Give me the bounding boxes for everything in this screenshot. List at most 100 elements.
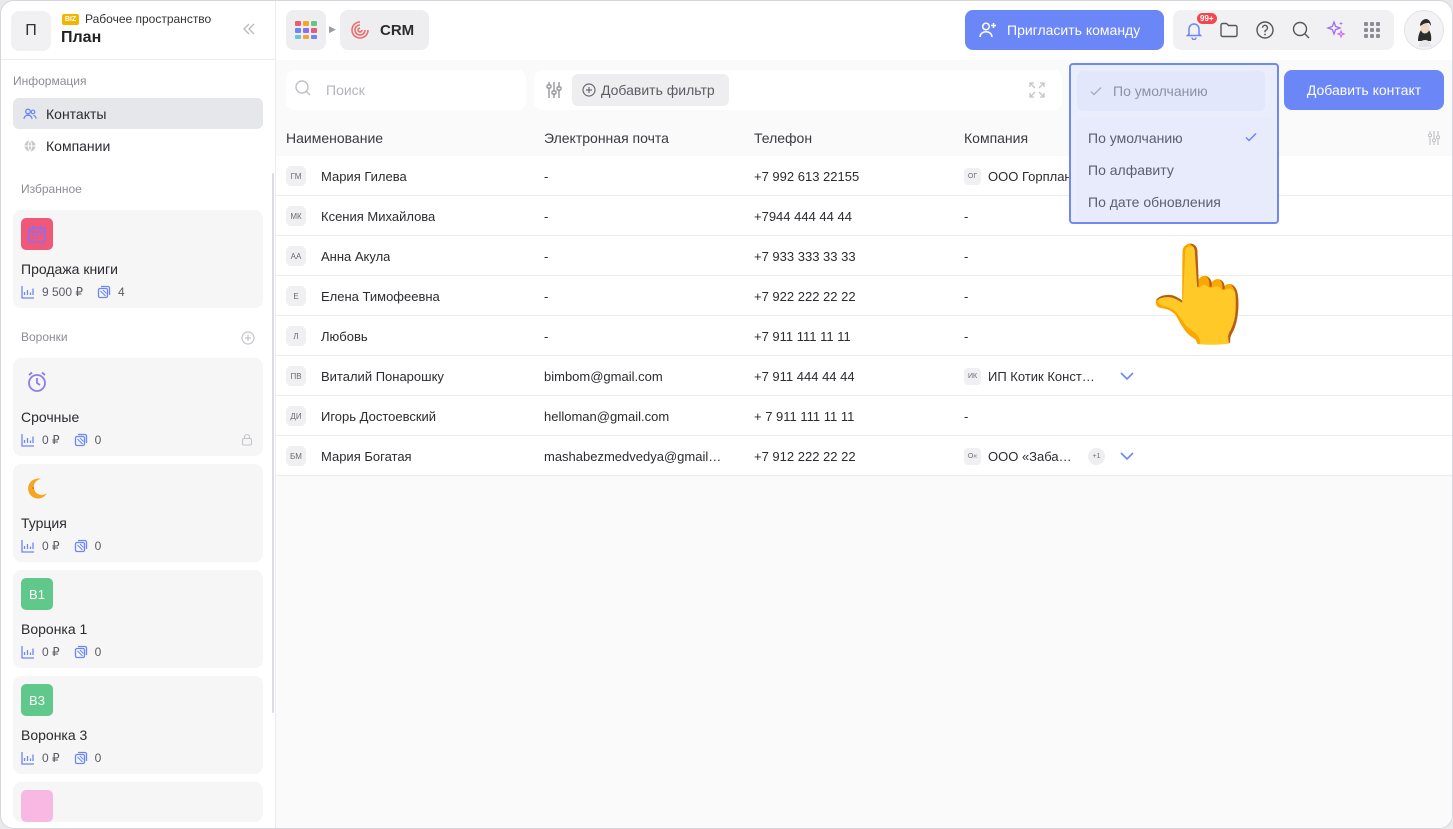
contact-name[interactable]: Ксения Михайлова <box>321 209 435 224</box>
contact-name[interactable]: Виталий Понарошку <box>321 369 444 384</box>
workspace-plan-badge: BIZ <box>62 14 79 25</box>
contact-company: - <box>964 209 969 224</box>
workspace-subtitle: Рабочее пространство <box>85 12 212 26</box>
check-icon <box>1244 130 1258 144</box>
funnel-card-turkey[interactable]: Турция 0 ₽ 0 <box>13 464 263 562</box>
sidebar-item-label: Компании <box>46 137 111 154</box>
workspace-title: План <box>61 29 102 46</box>
sort-option-default[interactable]: По умолчанию <box>1088 130 1183 146</box>
table-row[interactable]: ПВ Виталий Понарошку bimbom@gmail.com +7… <box>276 356 1452 396</box>
folder-icon[interactable] <box>1219 20 1239 40</box>
collapse-sidebar-icon[interactable] <box>240 20 258 38</box>
globe-icon <box>23 139 37 153</box>
column-header-name[interactable]: Наименование <box>286 130 383 146</box>
chart-icon <box>21 751 35 765</box>
crm-logo-icon <box>350 20 370 40</box>
card-count: 0 <box>94 539 102 553</box>
add-funnel-icon[interactable] <box>241 331 255 345</box>
moon-icon <box>21 472 53 504</box>
contact-company[interactable]: ООО Горплан <box>988 169 1070 184</box>
sort-option-alphabet[interactable]: По алфавиту <box>1088 162 1174 178</box>
sidebar-item-companies[interactable]: Компании <box>13 130 263 161</box>
check-icon <box>1089 84 1103 98</box>
table-row[interactable]: БМ Мария Богатая mashabezmedvedya@gmail…… <box>276 436 1452 476</box>
ai-sparkle-icon[interactable] <box>1326 20 1346 40</box>
contact-name[interactable]: Мария Богатая <box>321 449 412 464</box>
card-amount: 0 ₽ <box>42 645 60 659</box>
users-icon <box>23 107 37 121</box>
crm-breadcrumb[interactable]: CRM <box>340 10 429 50</box>
contact-name[interactable]: Анна Акула <box>321 249 390 264</box>
table-row[interactable]: ДИ Игорь Достоевский helloman@gmail.com … <box>276 396 1452 436</box>
add-filter-button[interactable]: Добавить фильтр <box>572 74 729 106</box>
contact-email: - <box>544 289 549 304</box>
contact-initials: ПВ <box>286 366 306 386</box>
invite-team-button[interactable]: Пригласить команду <box>965 10 1164 50</box>
apps-grid-icon <box>295 21 317 39</box>
contact-company: - <box>964 409 969 424</box>
card-amount: 0 ₽ <box>42 539 60 553</box>
card-name: Срочные <box>21 409 80 425</box>
contact-company[interactable]: ИП Котик Конст… <box>988 369 1108 384</box>
add-contact-button[interactable]: Добавить контакт <box>1284 70 1444 110</box>
table-row[interactable]: Л Любовь - +7 911 111 11 11 - <box>276 316 1452 356</box>
sort-option-updated[interactable]: По дате обновления <box>1088 194 1221 210</box>
contact-initials: Л <box>286 326 306 346</box>
card-name: Турция <box>21 515 67 531</box>
workspace-header[interactable]: П BIZ Рабочее пространство План <box>1 1 276 60</box>
top-bar: ▶ CRM Пригласить команду 99+ <box>276 1 1452 60</box>
funnel-badge: В3 <box>21 684 53 716</box>
favorite-card-book-sale[interactable]: Продажа книги 9 500 ₽ 4 <box>13 210 263 308</box>
sidebar-item-label: Контакты <box>46 105 107 122</box>
contact-company[interactable]: ООО «Заба… <box>988 449 1083 464</box>
contact-email: bimbom@gmail.com <box>544 369 663 384</box>
app-window: П BIZ Рабочее пространство План Информац… <box>0 0 1453 829</box>
chevron-down-icon[interactable] <box>1119 448 1135 464</box>
column-header-email[interactable]: Электронная почта <box>544 130 669 146</box>
notifications-badge: 99+ <box>1197 13 1217 24</box>
contact-phone: +7 922 222 22 22 <box>754 289 856 304</box>
section-label-favorites: Избранное <box>21 182 82 196</box>
search-box[interactable] <box>286 70 526 110</box>
filter-settings-icon[interactable] <box>544 80 564 100</box>
chevron-down-icon[interactable] <box>1119 368 1135 384</box>
sidebar-scrollbar[interactable] <box>272 173 274 713</box>
contact-name[interactable]: Любовь <box>321 329 368 344</box>
column-header-phone[interactable]: Телефон <box>754 130 812 146</box>
funnel-card-funnel-3[interactable]: В3 Воронка 3 0 ₽ 0 <box>13 676 263 774</box>
contact-phone: + 7 911 111 11 11 <box>754 409 855 424</box>
contact-company: - <box>964 329 969 344</box>
contact-name[interactable]: Игорь Достоевский <box>321 409 436 424</box>
apps-grid-button[interactable] <box>286 10 326 50</box>
funnel-card-funnel-1[interactable]: В1 Воронка 1 0 ₽ 0 <box>13 570 263 668</box>
contact-email: - <box>544 209 549 224</box>
funnel-card-partial[interactable] <box>13 782 263 822</box>
contact-email: - <box>544 329 549 344</box>
contact-name[interactable]: Мария Гилева <box>321 169 407 184</box>
sort-select[interactable]: По умолчанию <box>1077 71 1265 111</box>
contact-email: - <box>544 169 549 184</box>
search-input[interactable] <box>326 82 506 98</box>
contact-name[interactable]: Елена Тимофеевна <box>321 289 440 304</box>
column-settings-icon[interactable] <box>1426 130 1442 146</box>
search-icon[interactable] <box>1291 20 1311 40</box>
funnel-card-urgent[interactable]: Срочные 0 ₽ 0 <box>13 358 263 456</box>
filter-bar: Добавить фильтр <box>534 70 1062 110</box>
invite-label: Пригласить команду <box>1007 22 1141 38</box>
table-row[interactable]: Е Елена Тимофеевна - +7 922 222 22 22 - <box>276 276 1452 316</box>
add-user-icon <box>979 21 997 39</box>
sidebar-item-contacts[interactable]: Контакты <box>13 98 263 129</box>
card-name: Воронка 3 <box>21 727 88 743</box>
table-row[interactable]: АА Анна Акула - +7 933 333 33 33 - <box>276 236 1452 276</box>
grid-menu-icon[interactable] <box>1362 20 1382 40</box>
user-portrait-icon <box>1418 19 1432 47</box>
contact-email: helloman@gmail.com <box>544 409 670 424</box>
user-avatar[interactable] <box>1404 10 1444 50</box>
sort-dropdown: По умолчанию По умолчанию По алфавиту По… <box>1069 63 1279 224</box>
expand-icon[interactable] <box>1028 81 1046 99</box>
sidebar: П BIZ Рабочее пространство План Информац… <box>1 1 276 828</box>
more-companies-badge[interactable]: +1 <box>1088 448 1105 465</box>
workspace-avatar[interactable]: П <box>11 11 51 51</box>
column-header-company[interactable]: Компания <box>964 130 1028 146</box>
help-icon[interactable] <box>1255 20 1275 40</box>
